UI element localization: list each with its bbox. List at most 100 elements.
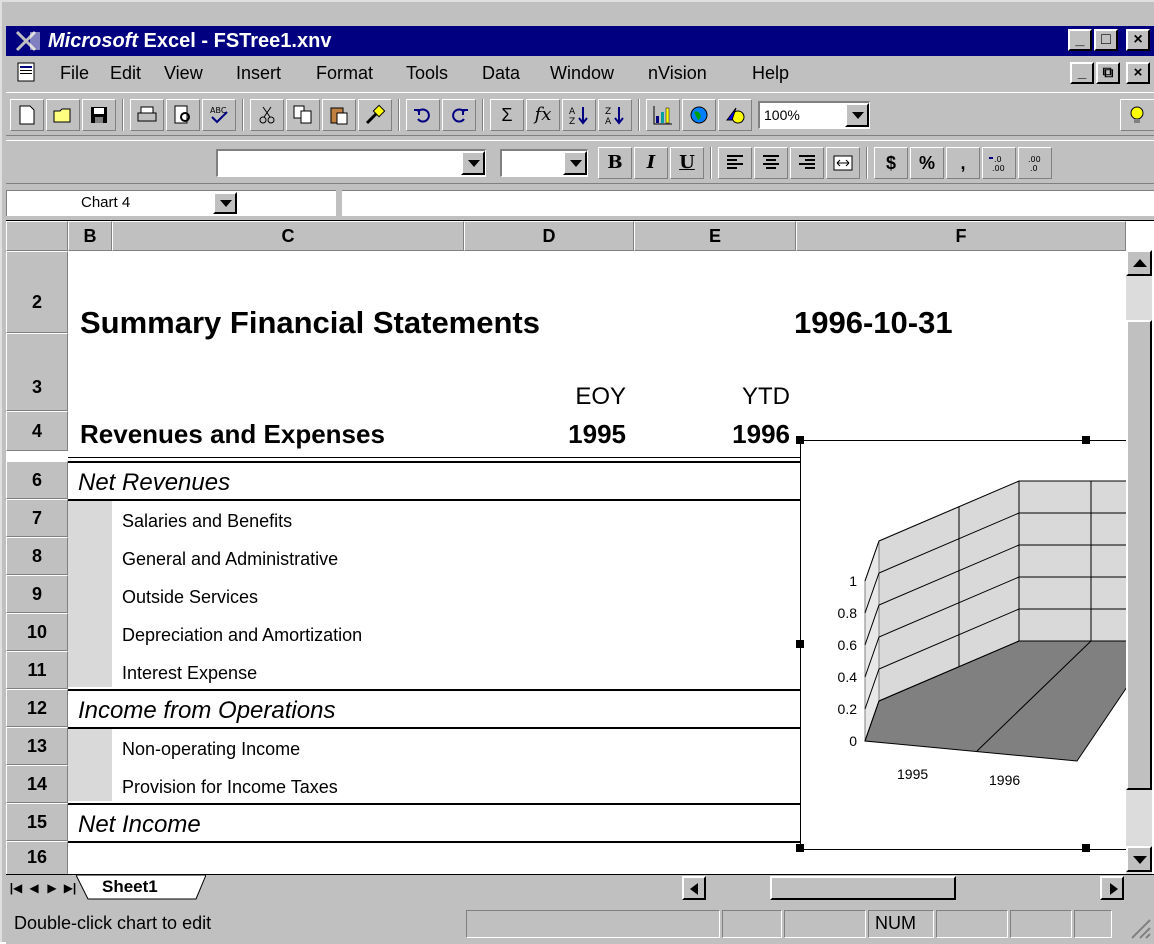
undo-button[interactable] bbox=[406, 99, 440, 131]
resize-grip-icon[interactable] bbox=[1126, 914, 1152, 940]
map-button[interactable] bbox=[682, 99, 716, 131]
align-left-button[interactable] bbox=[718, 147, 752, 179]
close-button[interactable]: × bbox=[1126, 29, 1150, 51]
chart-resize-handle[interactable] bbox=[796, 436, 804, 444]
workbook-close-button[interactable]: × bbox=[1126, 62, 1150, 84]
column-header-e[interactable]: E bbox=[634, 221, 796, 251]
save-button[interactable] bbox=[82, 99, 116, 131]
menu-view[interactable]: View bbox=[164, 63, 203, 84]
row-header-2[interactable]: 2 bbox=[6, 251, 68, 333]
merge-center-button[interactable] bbox=[826, 147, 860, 179]
excel-app-icon[interactable] bbox=[14, 29, 42, 53]
print-button[interactable] bbox=[130, 99, 164, 131]
align-right-button[interactable] bbox=[790, 147, 824, 179]
chart-resize-handle[interactable] bbox=[796, 844, 804, 852]
comma-style-button[interactable]: , bbox=[946, 147, 980, 179]
row-header-12[interactable]: 12 bbox=[6, 689, 68, 727]
formula-input[interactable] bbox=[342, 190, 1154, 216]
column-header-c[interactable]: C bbox=[112, 221, 464, 251]
underline-button[interactable]: U bbox=[670, 147, 704, 179]
workbook-minimize-button[interactable]: _ bbox=[1070, 62, 1094, 84]
first-sheet-icon[interactable]: |◀ bbox=[8, 878, 24, 898]
column-header-f[interactable]: F bbox=[796, 221, 1126, 251]
format-painter-button[interactable] bbox=[358, 99, 392, 131]
increase-decimal-button[interactable]: .0.00 bbox=[982, 147, 1016, 179]
menu-file[interactable]: File bbox=[60, 63, 89, 84]
vertical-scrollbar[interactable] bbox=[1126, 250, 1152, 876]
currency-style-button[interactable]: $ bbox=[874, 147, 908, 179]
open-button[interactable] bbox=[46, 99, 80, 131]
new-button[interactable] bbox=[10, 99, 44, 131]
horizontal-scroll-thumb[interactable] bbox=[770, 876, 956, 900]
menu-window[interactable]: Window bbox=[550, 63, 614, 84]
align-left-icon bbox=[727, 155, 743, 169]
column-header-b[interactable]: B bbox=[68, 221, 112, 251]
select-all-corner[interactable] bbox=[6, 221, 68, 251]
row-header-10[interactable]: 10 bbox=[6, 613, 68, 651]
italic-button[interactable]: I bbox=[634, 147, 668, 179]
font-name-select[interactable] bbox=[216, 149, 486, 177]
function-wizard-button[interactable]: fx bbox=[526, 99, 560, 131]
row-header-13[interactable]: 13 bbox=[6, 727, 68, 765]
header-ytd: YTD bbox=[742, 383, 790, 410]
next-sheet-icon[interactable]: ▶ bbox=[44, 878, 60, 898]
workbook-icon[interactable] bbox=[16, 61, 38, 83]
copy-button[interactable] bbox=[286, 99, 320, 131]
menu-insert[interactable]: Insert bbox=[236, 63, 281, 84]
row-header-8[interactable]: 8 bbox=[6, 537, 68, 575]
percent-style-button[interactable]: % bbox=[910, 147, 944, 179]
scroll-down-button[interactable] bbox=[1126, 846, 1152, 872]
drawing-button[interactable] bbox=[718, 99, 752, 131]
decrease-decimal-button[interactable]: .00.0 bbox=[1018, 147, 1052, 179]
column-header-d[interactable]: D bbox=[464, 221, 634, 251]
redo-button[interactable] bbox=[442, 99, 476, 131]
row-header-11[interactable]: 11 bbox=[6, 651, 68, 689]
spelling-button[interactable]: ABC bbox=[202, 99, 236, 131]
menu-tools[interactable]: Tools bbox=[406, 63, 448, 84]
print-preview-button[interactable] bbox=[166, 99, 200, 131]
row-header-15[interactable]: 15 bbox=[6, 803, 68, 841]
vertical-scroll-thumb[interactable] bbox=[1126, 320, 1152, 790]
workbook-restore-button[interactable]: ⧉ bbox=[1096, 62, 1120, 84]
minimize-button[interactable]: _ bbox=[1068, 29, 1092, 51]
chart-wizard-button[interactable] bbox=[646, 99, 680, 131]
name-box-dropdown-arrow-icon[interactable] bbox=[213, 192, 237, 214]
zoom-select[interactable]: 100% bbox=[758, 101, 870, 129]
scroll-left-button[interactable] bbox=[682, 876, 706, 900]
window-title: Microsoft Excel - FSTree1.xnv bbox=[48, 30, 331, 53]
scroll-up-button[interactable] bbox=[1126, 250, 1152, 276]
sort-descending-button[interactable]: ZA bbox=[598, 99, 632, 131]
font-name-dropdown-arrow-icon[interactable] bbox=[461, 151, 485, 175]
sort-ascending-button[interactable]: AZ bbox=[562, 99, 596, 131]
row-header-3[interactable]: 3 bbox=[6, 333, 68, 411]
chart-resize-handle[interactable] bbox=[1082, 436, 1090, 444]
font-size-select[interactable] bbox=[500, 149, 588, 177]
align-center-button[interactable] bbox=[754, 147, 788, 179]
row-header-6[interactable]: 6 bbox=[6, 461, 68, 499]
menu-format[interactable]: Format bbox=[316, 63, 373, 84]
menu-edit[interactable]: Edit bbox=[110, 63, 141, 84]
font-size-dropdown-arrow-icon[interactable] bbox=[563, 151, 587, 175]
row-header-14[interactable]: 14 bbox=[6, 765, 68, 803]
chart-resize-handle[interactable] bbox=[1082, 844, 1090, 852]
sheet-tab-sheet1[interactable]: Sheet1 bbox=[102, 877, 192, 903]
embedded-chart[interactable]: 1 0.8 0.6 0.4 0.2 0 1995 1996 bbox=[800, 440, 1132, 850]
bold-button[interactable]: B bbox=[598, 147, 632, 179]
paste-button[interactable] bbox=[322, 99, 356, 131]
tipwizard-button[interactable] bbox=[1120, 99, 1154, 131]
row-header-4[interactable]: 4 bbox=[6, 411, 68, 451]
zoom-dropdown-arrow-icon[interactable] bbox=[845, 103, 869, 127]
name-box[interactable]: Chart 4 bbox=[6, 190, 336, 216]
cut-button[interactable] bbox=[250, 99, 284, 131]
row-header-16[interactable]: 16 bbox=[6, 841, 68, 875]
row-header-7[interactable]: 7 bbox=[6, 499, 68, 537]
autosum-button[interactable]: Σ bbox=[490, 99, 524, 131]
maximize-button[interactable]: □ bbox=[1094, 29, 1118, 51]
chart-resize-handle[interactable] bbox=[796, 640, 804, 648]
menu-nvision[interactable]: nVision bbox=[648, 63, 707, 84]
menu-help[interactable]: Help bbox=[752, 63, 789, 84]
row-header-9[interactable]: 9 bbox=[6, 575, 68, 613]
menu-data[interactable]: Data bbox=[482, 63, 520, 84]
scroll-right-button[interactable] bbox=[1100, 876, 1124, 900]
prev-sheet-icon[interactable]: ◀ bbox=[26, 878, 42, 898]
